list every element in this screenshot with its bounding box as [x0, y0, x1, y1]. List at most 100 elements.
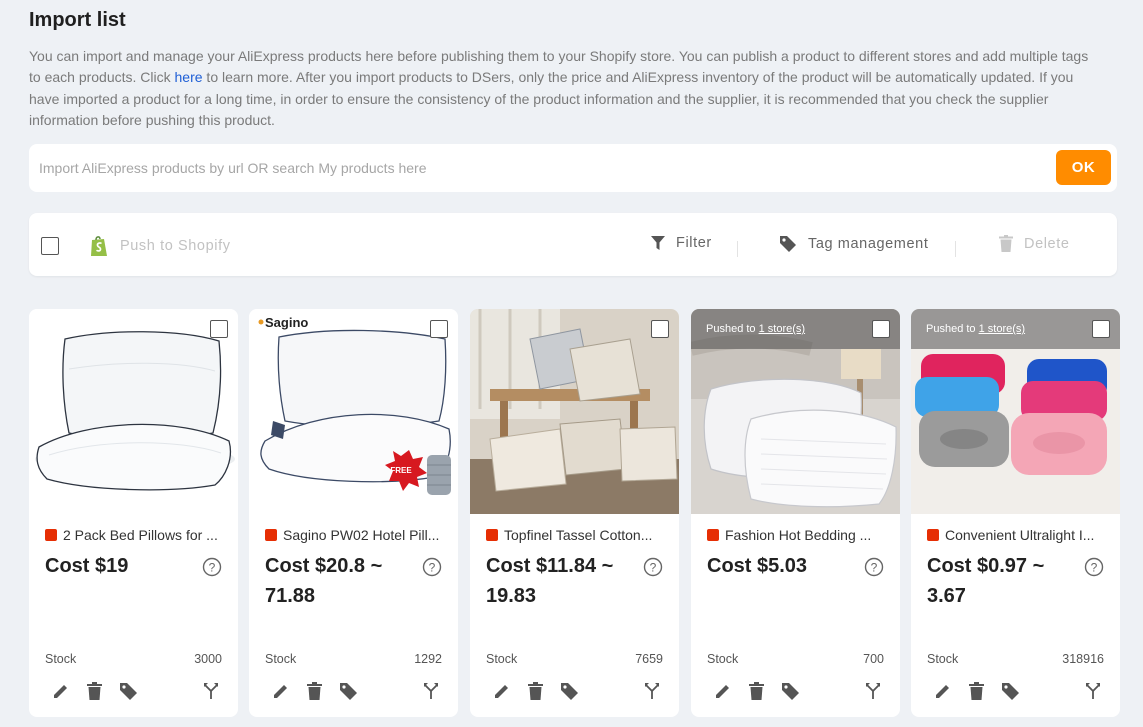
split-icon[interactable]	[644, 682, 660, 700]
product-checkbox[interactable]	[430, 320, 448, 338]
help-icon[interactable]: ?	[643, 557, 663, 577]
shopify-bag-icon	[91, 236, 107, 256]
product-image[interactable]	[29, 309, 238, 514]
product-name[interactable]: Topfinel Tassel Cotton...	[486, 527, 666, 543]
import-search-bar: OK	[29, 144, 1117, 192]
card-actions	[911, 679, 1120, 703]
select-all-checkbox[interactable]	[41, 237, 59, 255]
product-checkbox[interactable]	[651, 320, 669, 338]
product-name[interactable]: Sagino PW02 Hotel Pill...	[265, 527, 445, 543]
edit-icon[interactable]	[493, 682, 511, 700]
edit-icon[interactable]	[52, 682, 70, 700]
filter-icon	[651, 236, 665, 250]
pushed-prefix: Pushed to	[706, 323, 759, 335]
product-name-text: Convenient Ultralight I...	[945, 527, 1095, 543]
import-search-input[interactable]	[39, 154, 1039, 182]
split-icon[interactable]	[865, 682, 881, 700]
tag-icon[interactable]	[339, 682, 358, 701]
card-actions	[29, 679, 238, 703]
tag-icon[interactable]	[1001, 682, 1020, 701]
delete-label: Delete	[1024, 235, 1070, 252]
trash-icon[interactable]	[87, 682, 102, 700]
aliexpress-icon	[707, 529, 719, 541]
svg-text:?: ?	[1091, 561, 1098, 575]
stock-value: 3000	[194, 652, 222, 666]
tag-icon[interactable]	[119, 682, 138, 701]
learn-more-link[interactable]: here	[175, 69, 203, 85]
aliexpress-choice-icon	[486, 529, 498, 541]
trash-icon[interactable]	[749, 682, 764, 700]
help-icon[interactable]: ?	[422, 557, 442, 577]
product-cost: Cost $19	[45, 555, 129, 577]
pushed-stores-link[interactable]: 1 store(s)	[759, 323, 805, 335]
product-cost: Cost $20.8 ~ 71.88	[265, 555, 383, 607]
trash-icon[interactable]	[307, 682, 322, 700]
product-name-text: Topfinel Tassel Cotton...	[504, 527, 653, 543]
svg-text:?: ?	[871, 561, 878, 575]
trash-icon	[999, 235, 1013, 252]
product-image[interactable]	[470, 309, 679, 514]
product-name-text: Fashion Hot Bedding ...	[725, 527, 872, 543]
toolbar-divider	[955, 241, 956, 257]
tag-icon[interactable]	[781, 682, 800, 701]
pushed-status: Pushed to 1 store(s)	[691, 309, 900, 349]
product-card[interactable]: Sagino FREE Sagino PW02 Hotel Pill... Co…	[249, 309, 458, 717]
card-actions	[691, 679, 900, 703]
split-icon[interactable]	[1085, 682, 1101, 700]
aliexpress-icon	[45, 529, 57, 541]
stock-label: Stock	[486, 652, 518, 666]
edit-icon[interactable]	[714, 682, 732, 700]
help-icon[interactable]: ?	[864, 557, 884, 577]
tag-icon[interactable]	[560, 682, 579, 701]
help-icon[interactable]: ?	[202, 557, 222, 577]
stock-value: 1292	[414, 652, 442, 666]
filter-button[interactable]: Filter	[651, 235, 712, 251]
trash-icon[interactable]	[969, 682, 984, 700]
product-checkbox[interactable]	[210, 320, 228, 338]
product-name[interactable]: Convenient Ultralight I...	[927, 527, 1107, 543]
tag-management-button[interactable]: Tag management	[779, 235, 928, 253]
stock-value: 700	[863, 652, 884, 666]
product-name[interactable]: Fashion Hot Bedding ...	[707, 527, 887, 543]
delete-button[interactable]: Delete	[999, 235, 1070, 252]
filter-label: Filter	[676, 235, 712, 251]
stock-label: Stock	[707, 652, 739, 666]
product-name[interactable]: 2 Pack Bed Pillows for ...	[45, 527, 225, 543]
product-name-text: Sagino PW02 Hotel Pill...	[283, 527, 440, 543]
push-to-shopify-label: Push to Shopify	[120, 238, 231, 254]
tag-management-label: Tag management	[808, 236, 929, 252]
toolbar-divider	[737, 241, 738, 257]
page-title: Import list	[29, 9, 126, 31]
svg-text:?: ?	[429, 561, 436, 575]
aliexpress-choice-icon	[265, 529, 277, 541]
edit-icon[interactable]	[934, 682, 952, 700]
edit-icon[interactable]	[272, 682, 290, 700]
free-badge-text: FREE	[390, 466, 412, 475]
stock-label: Stock	[927, 652, 959, 666]
help-icon[interactable]: ?	[1084, 557, 1104, 577]
split-icon[interactable]	[423, 682, 439, 700]
ok-button[interactable]: OK	[1056, 150, 1111, 185]
split-icon[interactable]	[203, 682, 219, 700]
pushed-stores-link[interactable]: 1 store(s)	[979, 323, 1025, 335]
product-card[interactable]: Pushed to 1 store(s) Fashion Hot Bedding…	[691, 309, 900, 717]
product-cost: Cost $11.84 ~ 19.83	[486, 555, 614, 607]
bulk-action-toolbar: Push to Shopify Filter Tag management De…	[29, 213, 1117, 276]
product-card[interactable]: 2 Pack Bed Pillows for ... Cost $19 ? St…	[29, 309, 238, 717]
svg-text:?: ?	[209, 561, 216, 575]
product-card[interactable]: Topfinel Tassel Cotton... Cost $11.84 ~ …	[470, 309, 679, 717]
product-cost: Cost $5.03	[707, 555, 808, 577]
stock-label: Stock	[265, 652, 297, 666]
trash-icon[interactable]	[528, 682, 543, 700]
tag-icon	[780, 236, 796, 252]
stock-value: 7659	[635, 652, 663, 666]
product-card[interactable]: Pushed to 1 store(s) Convenient Ultralig…	[911, 309, 1120, 717]
pushed-status: Pushed to 1 store(s)	[911, 309, 1120, 349]
stock-value: 318916	[1062, 652, 1104, 666]
push-to-shopify-button[interactable]: Push to Shopify	[89, 235, 231, 257]
product-cost: Cost $0.97 ~ 3.67	[927, 555, 1045, 607]
svg-text:?: ?	[650, 561, 657, 575]
product-image[interactable]: Sagino FREE	[249, 309, 458, 514]
product-checkbox[interactable]	[1092, 320, 1110, 338]
product-checkbox[interactable]	[872, 320, 890, 338]
